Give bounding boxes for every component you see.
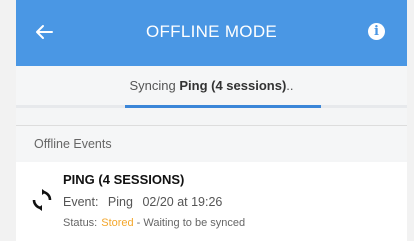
event-details: Event: Ping 02/20 at 19:26	[63, 195, 228, 209]
sync-suffix: ..	[286, 78, 294, 93]
app-screen: OFFLINE MODE i Syncing Ping (4 sessions)…	[16, 0, 407, 241]
page-title: OFFLINE MODE	[145, 22, 278, 41]
status-badge: Stored	[101, 217, 134, 229]
offline-event-item[interactable]: PING (4 SESSIONS) Event: Ping 02/20 at 1…	[16, 162, 407, 241]
event-title: PING (4 SESSIONS)	[63, 172, 185, 187]
section-header: Offline Events	[16, 126, 407, 160]
sync-prefix: Syncing	[129, 78, 180, 93]
status-description: - Waiting to be synced	[136, 217, 246, 229]
arrow-left-icon[interactable]	[32, 20, 56, 44]
status-label: Status:	[63, 217, 98, 229]
sync-progress-fill	[125, 105, 321, 108]
event-label: Event:	[63, 195, 99, 209]
sync-icon	[30, 188, 54, 212]
sync-item: Ping (4 sessions)	[179, 78, 287, 93]
section-title: Offline Events	[34, 137, 112, 151]
event-status: Status: Stored - Waiting to be synced	[63, 217, 245, 229]
event-type: Ping	[107, 195, 133, 209]
top-app-bar: OFFLINE MODE i	[16, 0, 407, 66]
info-icon[interactable]: i	[368, 23, 385, 40]
sync-status-text: Syncing Ping (4 sessions)..	[16, 78, 407, 93]
event-timestamp: 02/20 at 19:26	[142, 195, 223, 209]
sync-status-bar: Syncing Ping (4 sessions)..	[16, 66, 407, 106]
